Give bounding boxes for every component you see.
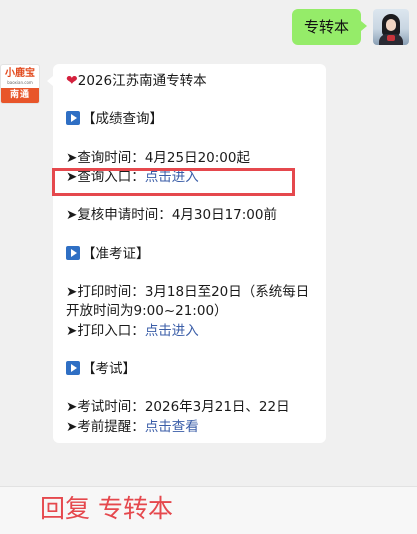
list-item: ➤打印入口：点击进入 (66, 322, 199, 339)
section-header-exam: 【考试】 (66, 360, 313, 379)
print-entry-link[interactable]: 点击进入 (145, 323, 199, 339)
exam-reminder-link[interactable]: 点击查看 (145, 419, 199, 435)
highlight-box (52, 168, 295, 196)
list-item: ➤打印时间：3月18日至20日（系统每日开放时间为9:00~21:00） (66, 284, 310, 320)
incoming-message-bubble: ❤2026江苏南通专转本 【成绩查询】 ➤查询时间：4月25日20:00起 ➤查… (47, 64, 326, 443)
brand-avatar[interactable]: 小鹿宝 baoxian.com 南通 (0, 64, 40, 104)
brand-logo-subtext: baoxian.com (7, 80, 33, 85)
brand-logo-text: 小鹿宝 (5, 68, 35, 79)
arrow-right-icon: ➤ (66, 149, 78, 166)
outgoing-message-row: 专转本 (291, 9, 409, 45)
chat-area: 专转本 小鹿宝 baoxian.com 南通 ❤2026江苏南通专转本 【成绩查… (0, 0, 417, 486)
arrow-right-icon: ➤ (66, 322, 78, 339)
reply-bar: 回复 专转本 (0, 486, 417, 534)
user-avatar[interactable] (373, 9, 409, 45)
list-item: ➤考试时间：2026年3月21日、22日 (66, 399, 290, 416)
outgoing-message-bubble[interactable]: 专转本 (291, 9, 368, 45)
incoming-message-row: 小鹿宝 baoxian.com 南通 ❤2026江苏南通专转本 【成绩查询】 ➤… (0, 64, 326, 443)
list-item: ➤复核申请时间：4月30日17:00前 (66, 207, 277, 224)
play-button-icon (66, 111, 80, 126)
arrow-right-icon: ➤ (66, 399, 78, 416)
arrow-right-icon: ➤ (66, 207, 78, 224)
arrow-right-icon: ➤ (66, 418, 78, 435)
arrow-right-icon: ➤ (66, 284, 78, 301)
brand-city-label: 南通 (1, 88, 39, 103)
message-title: 2026江苏南通专转本 (77, 73, 207, 89)
heart-icon: ❤ (66, 73, 78, 89)
play-button-icon (66, 360, 80, 375)
section-header-admission: 【准考证】 (66, 245, 313, 264)
list-item: ➤考前提醒：点击查看 (66, 418, 199, 435)
list-item: ➤查询时间：4月25日20:00起 (66, 149, 250, 166)
reply-hint-text: 回复 专转本 (40, 494, 173, 523)
section-header-score: 【成绩查询】 (66, 110, 313, 129)
message-title-line: ❤2026江苏南通专转本 (66, 72, 313, 91)
play-button-icon (66, 245, 80, 260)
